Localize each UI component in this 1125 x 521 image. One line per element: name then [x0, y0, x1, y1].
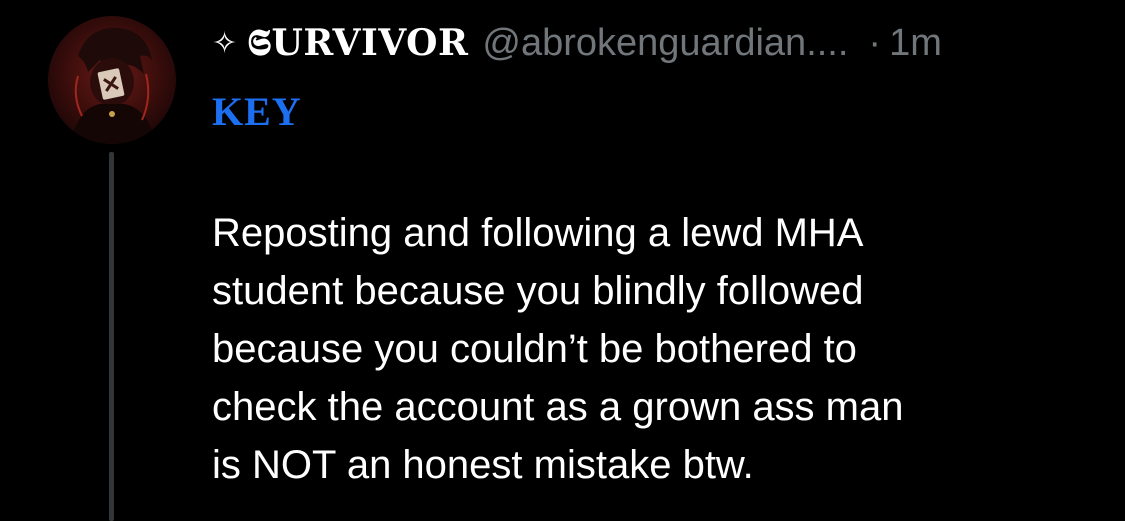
post-body-line: is NOT an honest mistake btw.: [212, 443, 754, 487]
post-body-line: check the account as a grown ass man: [212, 385, 904, 429]
sparkle-icon: ✧: [212, 25, 238, 61]
separator-dot: ·: [868, 21, 882, 64]
post-body: Reposting and following a lewd MHA stude…: [212, 204, 1092, 494]
avatar[interactable]: [48, 16, 176, 144]
user-handle[interactable]: @abrokenguardian....: [482, 22, 848, 65]
display-name[interactable]: 𝕾URVIVOR: [247, 22, 468, 65]
post-header: ✧ 𝕾URVIVOR @abrokenguardian.... · 1m: [212, 18, 942, 68]
post-body-line: because you couldn’t be bothered to: [212, 327, 857, 371]
post-timestamp[interactable]: 1m: [889, 22, 942, 65]
user-tag-label: KEY: [212, 89, 302, 134]
avatar-image: [70, 27, 156, 144]
post-body-line: student because you blindly followed: [212, 269, 864, 313]
thread-line: [109, 152, 114, 521]
post-body-line: Reposting and following a lewd MHA: [212, 211, 864, 255]
